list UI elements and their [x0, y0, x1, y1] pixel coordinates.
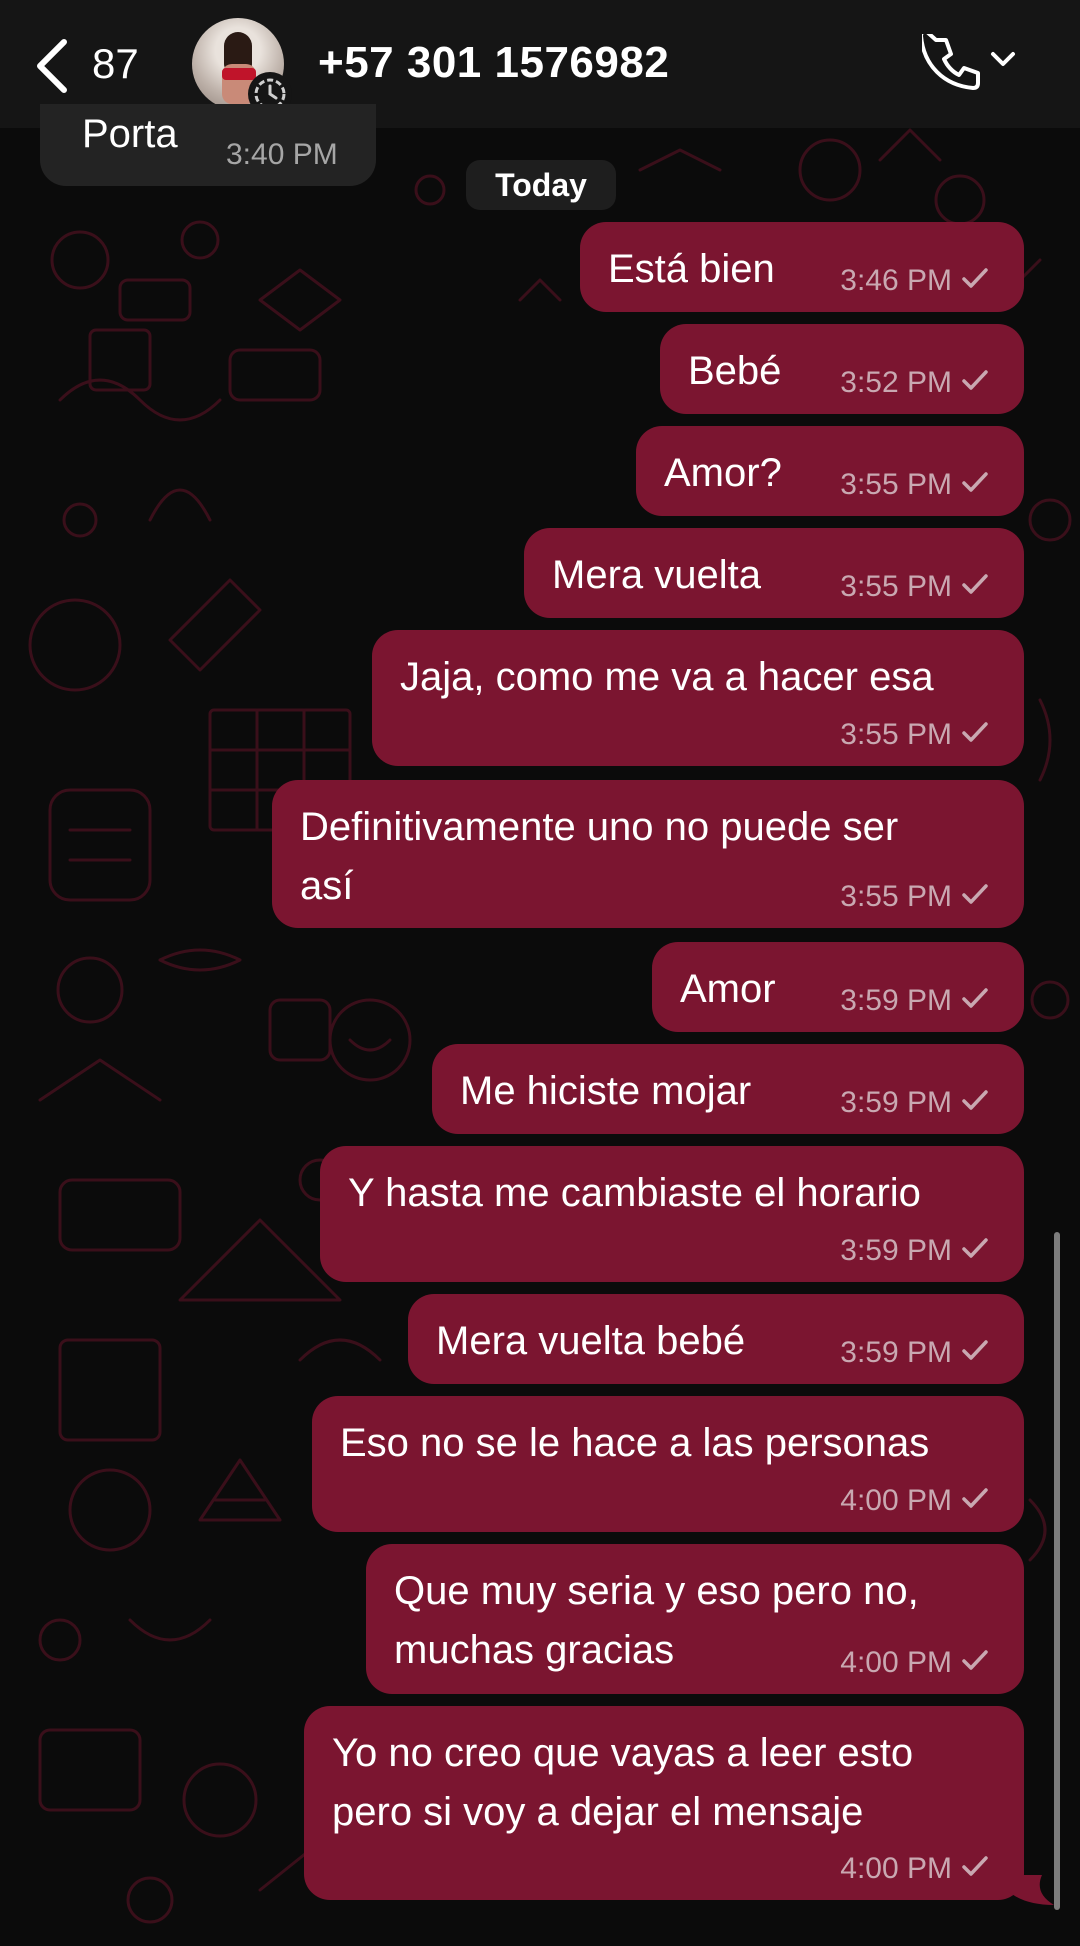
message-line: Me hiciste mojar — [460, 1069, 752, 1113]
message-meta: 4:00 PM — [840, 1852, 990, 1886]
sent-check-icon — [960, 718, 990, 752]
outgoing-message-bubble[interactable]: Está bien 3:46 PM — [580, 222, 1024, 312]
outgoing-message-bubble[interactable]: Me hiciste mojar 3:59 PM — [432, 1044, 1024, 1134]
message-text: Me hiciste mojar — [460, 1062, 751, 1121]
sent-check-icon — [960, 1852, 990, 1886]
message-time: 4:00 PM — [840, 1852, 952, 1885]
message-text: Mera vuelta — [552, 546, 761, 605]
message-meta: 4:00 PM — [840, 1646, 990, 1680]
outgoing-message-bubble[interactable]: Amor? 3:55 PM — [636, 426, 1024, 516]
message-line: así — [300, 864, 354, 908]
message-text: Está bien — [608, 240, 775, 299]
message-meta: 3:59 PM — [840, 984, 990, 1018]
message-time: 3:52 PM — [840, 366, 952, 399]
sent-check-icon — [960, 1484, 990, 1518]
message-line: Eso no se le hace a las personas — [340, 1421, 930, 1465]
chevron-down-icon[interactable] — [990, 50, 1016, 70]
sent-check-icon — [960, 1336, 990, 1370]
contact-name[interactable]: +57 301 1576982 — [318, 38, 669, 88]
message-meta: 3:59 PM — [840, 1234, 990, 1268]
message-time: 3:55 PM — [840, 570, 952, 603]
sent-check-icon — [960, 1234, 990, 1268]
sent-check-icon — [960, 1086, 990, 1120]
message-text: Amor? — [664, 444, 782, 503]
message-meta: 3:52 PM — [840, 366, 990, 400]
message-time: 4:00 PM — [840, 1646, 952, 1679]
message-meta: 3:55 PM — [840, 468, 990, 502]
message-time: 3:59 PM — [840, 1234, 952, 1267]
outgoing-message-bubble[interactable]: Eso no se le hace a las personas 4:00 PM — [312, 1396, 1024, 1532]
message-text: Yo no creo que vayas a leer esto pero si … — [332, 1724, 913, 1842]
outgoing-message-bubble[interactable]: Yo no creo que vayas a leer esto pero si … — [304, 1706, 1024, 1900]
message-line: Bebé — [688, 349, 782, 393]
message-line: Amor — [680, 967, 776, 1011]
outgoing-message-bubble[interactable]: Bebé 3:52 PM — [660, 324, 1024, 414]
scrollbar[interactable] — [1054, 1232, 1060, 1910]
sent-check-icon — [960, 366, 990, 400]
back-chevron-icon[interactable] — [34, 38, 70, 94]
incoming-message-time: 3:40 PM — [226, 138, 338, 171]
message-meta: 3:55 PM — [840, 570, 990, 604]
message-time: 4:00 PM — [840, 1484, 952, 1517]
message-text: Amor — [680, 960, 776, 1019]
message-time: 3:55 PM — [840, 468, 952, 501]
message-line: Amor? — [664, 451, 782, 495]
outgoing-message-bubble[interactable]: Que muy seria y eso pero no, muchas graci… — [366, 1544, 1024, 1694]
message-meta: 3:59 PM — [840, 1086, 990, 1120]
message-line: Mera vuelta — [552, 553, 761, 597]
phone-call-icon[interactable] — [922, 34, 982, 94]
message-time: 3:59 PM — [840, 984, 952, 1017]
date-chip: Today — [466, 160, 616, 210]
message-meta: 3:46 PM — [840, 264, 990, 298]
incoming-message-text: Porta — [82, 112, 178, 156]
message-meta: 3:55 PM — [840, 718, 990, 752]
message-line: Jaja, como me va a hacer esa — [400, 655, 934, 699]
bubble-tail — [1008, 1875, 1054, 1905]
message-time: 3:55 PM — [840, 718, 952, 751]
outgoing-message-bubble[interactable]: Mera vuelta bebé 3:59 PM — [408, 1294, 1024, 1384]
message-time: 3:55 PM — [840, 880, 952, 913]
message-text: Mera vuelta bebé — [436, 1312, 745, 1371]
message-meta: 3:55 PM — [840, 880, 990, 914]
message-line: pero si voy a dejar el mensaje — [332, 1790, 864, 1834]
outgoing-message-bubble[interactable]: Definitivamente uno no puede ser así 3:55 … — [272, 780, 1024, 928]
message-line: Mera vuelta bebé — [436, 1319, 746, 1363]
sent-check-icon — [960, 468, 990, 502]
message-line: Yo no creo que vayas a leer esto — [332, 1731, 914, 1775]
sent-check-icon — [960, 264, 990, 298]
sent-check-icon — [960, 984, 990, 1018]
message-text: Y hasta me cambiaste el horario — [348, 1164, 921, 1223]
sent-check-icon — [960, 880, 990, 914]
message-time: 3:46 PM — [840, 264, 952, 297]
message-line: Está bien — [608, 247, 775, 291]
message-line: Que muy seria y eso pero no, — [394, 1569, 919, 1613]
unread-count[interactable]: 87 — [92, 40, 139, 88]
sent-check-icon — [960, 1646, 990, 1680]
outgoing-message-bubble[interactable]: Jaja, como me va a hacer esa 3:55 PM — [372, 630, 1024, 766]
sent-check-icon — [960, 570, 990, 604]
message-text: Eso no se le hace a las personas — [340, 1414, 929, 1473]
message-time: 3:59 PM — [840, 1336, 952, 1369]
message-text: Jaja, como me va a hacer esa — [400, 648, 934, 707]
message-line: Definitivamente uno no puede ser — [300, 805, 899, 849]
outgoing-message-bubble[interactable]: Y hasta me cambiaste el horario 3:59 PM — [320, 1146, 1024, 1282]
message-line: Y hasta me cambiaste el horario — [348, 1171, 921, 1215]
message-text: Bebé — [688, 342, 781, 401]
outgoing-message-bubble[interactable]: Mera vuelta 3:55 PM — [524, 528, 1024, 618]
message-meta: 4:00 PM — [840, 1484, 990, 1518]
message-meta: 3:59 PM — [840, 1336, 990, 1370]
message-time: 3:59 PM — [840, 1086, 952, 1119]
message-text: Definitivamente uno no puede ser así — [300, 798, 898, 916]
outgoing-message-bubble[interactable]: Amor 3:59 PM — [652, 942, 1024, 1032]
